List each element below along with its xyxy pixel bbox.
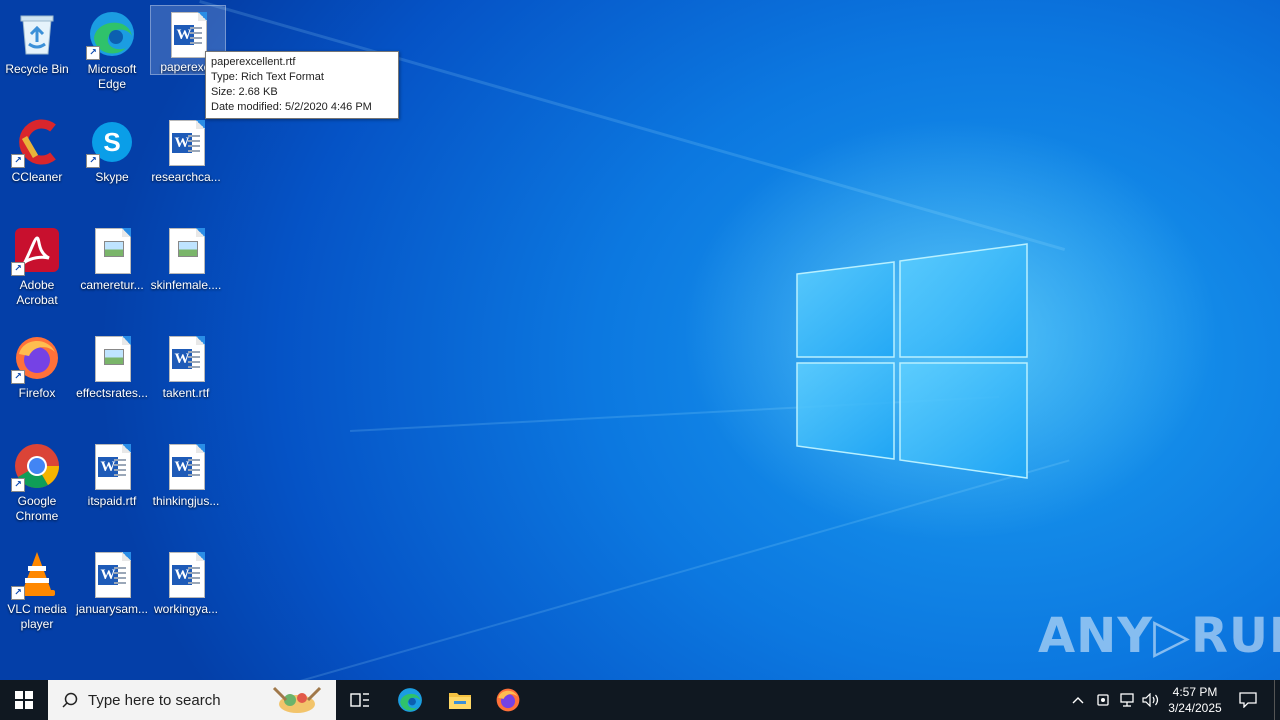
word-document-icon: W bbox=[88, 550, 136, 598]
word-document-icon: W bbox=[162, 118, 210, 166]
desktop-icon-label: Google Chrome bbox=[15, 494, 59, 523]
tray-volume-button[interactable] bbox=[1140, 680, 1162, 720]
taskbar: Type here to search 4:57 PM 3/24/2025 bbox=[0, 680, 1280, 720]
taskbar-file-explorer-button[interactable] bbox=[436, 680, 484, 720]
desktop-icon-rtf-file[interactable]: W researchca... bbox=[149, 114, 223, 218]
shortcut-arrow-icon: ↗ bbox=[11, 370, 25, 384]
desktop-icon-rtf-file[interactable]: W itspaid.rtf bbox=[75, 438, 149, 542]
word-document-icon: W bbox=[162, 550, 210, 598]
light-ray bbox=[300, 459, 1070, 680]
desktop-icon-rtf-file[interactable]: W thinkingjus... bbox=[149, 438, 223, 542]
desktop-icon-microsoft-edge[interactable]: ↗ Microsoft Edge bbox=[75, 6, 149, 110]
tray-network-button[interactable] bbox=[1116, 680, 1138, 720]
shortcut-arrow-icon: ↗ bbox=[11, 478, 25, 492]
desktop-icon-adobe-acrobat[interactable]: ↗ Adobe Acrobat bbox=[0, 222, 74, 326]
desktop-icon-label: Microsoft Edge bbox=[87, 62, 137, 91]
windows-start-icon bbox=[15, 691, 33, 709]
chrome-icon: ↗ bbox=[11, 442, 61, 492]
shortcut-arrow-icon: ↗ bbox=[86, 154, 100, 168]
task-view-icon bbox=[350, 693, 369, 707]
file-tooltip: paperexcellent.rtf Type: Rich Text Forma… bbox=[205, 51, 399, 119]
desktop-icon-label: VLC media player bbox=[7, 602, 67, 631]
desktop-icon-label: effectsrates... bbox=[76, 386, 148, 400]
show-hidden-icons-button[interactable] bbox=[1066, 680, 1090, 720]
notification-icon bbox=[1239, 692, 1257, 708]
recycle-bin-icon bbox=[13, 10, 61, 58]
action-center-button[interactable] bbox=[1230, 680, 1266, 720]
svg-text:S: S bbox=[103, 127, 120, 157]
skype-icon: S ↗ bbox=[86, 118, 136, 168]
light-ray bbox=[199, 0, 1066, 251]
search-highlight-illustration-icon bbox=[272, 686, 322, 713]
desktop-icon-label: cameretur... bbox=[80, 278, 144, 292]
desktop-icon-label: CCleaner bbox=[11, 170, 63, 184]
desktop-icon-firefox[interactable]: ↗ Firefox bbox=[0, 330, 74, 434]
clock-time: 4:57 PM bbox=[1172, 685, 1218, 699]
taskbar-search-box[interactable]: Type here to search bbox=[48, 680, 336, 720]
tooltip-size: Size: 2.68 KB bbox=[211, 86, 278, 98]
desktop-icon-label: thinkingjus... bbox=[152, 494, 220, 508]
clock-date: 3/24/2025 bbox=[1168, 701, 1222, 715]
word-document-icon: W bbox=[88, 442, 136, 490]
desktop-icon-google-chrome[interactable]: ↗ Google Chrome bbox=[0, 438, 74, 542]
shortcut-arrow-icon: ↗ bbox=[11, 154, 25, 168]
taskbar-clock[interactable]: 4:57 PM 3/24/2025 bbox=[1164, 684, 1226, 716]
desktop-icon-label: Firefox bbox=[18, 386, 56, 400]
shortcut-arrow-icon: ↗ bbox=[11, 586, 25, 600]
desktop-icon-label: skinfemale.... bbox=[150, 278, 222, 292]
desktop-icon-image-file[interactable]: cameretur... bbox=[75, 222, 149, 326]
show-desktop-button[interactable] bbox=[1274, 680, 1280, 720]
edge-icon: ↗ bbox=[86, 10, 136, 60]
word-document-icon: W bbox=[162, 442, 210, 490]
firefox-icon: ↗ bbox=[11, 334, 61, 384]
desktop-icon-image-file[interactable]: skinfemale.... bbox=[149, 222, 223, 326]
desktop: Recycle Bin ↗ CCleaner ↗ Adobe Acrobat ↗… bbox=[0, 0, 1280, 680]
desktop-icon-skype[interactable]: S ↗ Skype bbox=[75, 114, 149, 218]
image-file-icon bbox=[162, 226, 210, 274]
chevron-up-icon bbox=[1072, 697, 1084, 704]
desktop-icon-rtf-file[interactable]: W workingya... bbox=[149, 546, 223, 650]
shortcut-arrow-icon: ↗ bbox=[11, 262, 25, 276]
image-file-icon bbox=[88, 334, 136, 382]
desktop-icon-label: itspaid.rtf bbox=[87, 494, 137, 508]
image-file-icon bbox=[88, 226, 136, 274]
network-icon bbox=[1120, 693, 1134, 707]
tooltip-date-modified: Date modified: 5/2/2020 4:46 PM bbox=[211, 101, 372, 113]
adobe-acrobat-icon: ↗ bbox=[11, 226, 61, 276]
desktop-icon-label: Adobe Acrobat bbox=[16, 278, 58, 307]
desktop-icon-label: workingya... bbox=[153, 602, 219, 616]
anyrun-watermark: ANY▷RUN bbox=[1038, 608, 1280, 664]
tooltip-filename: paperexcellent.rtf bbox=[211, 56, 296, 68]
tray-device-button[interactable] bbox=[1092, 680, 1114, 720]
desktop-icon-label: Recycle Bin bbox=[5, 62, 69, 76]
word-document-icon: W bbox=[164, 10, 212, 58]
task-view-button[interactable] bbox=[336, 680, 384, 720]
desktop-icon-recycle-bin[interactable]: Recycle Bin bbox=[0, 6, 74, 110]
desktop-icon-label: researchca... bbox=[151, 170, 221, 184]
word-document-icon: W bbox=[162, 334, 210, 382]
taskbar-firefox-button[interactable] bbox=[484, 680, 532, 720]
desktop-icon-label: januarysam... bbox=[75, 602, 149, 616]
shortcut-arrow-icon: ↗ bbox=[86, 46, 100, 60]
volume-icon bbox=[1142, 693, 1159, 707]
folder-icon bbox=[449, 693, 471, 709]
search-icon bbox=[62, 692, 78, 708]
desktop-icon-label: Skype bbox=[95, 170, 129, 184]
desktop-icon-ccleaner[interactable]: ↗ CCleaner bbox=[0, 114, 74, 218]
desktop-icon-image-file[interactable]: effectsrates... bbox=[75, 330, 149, 434]
ccleaner-icon: ↗ bbox=[11, 118, 61, 168]
desktop-icon-vlc[interactable]: ↗ VLC media player bbox=[0, 546, 74, 650]
windows-logo bbox=[796, 243, 1028, 479]
edge-icon bbox=[398, 688, 422, 712]
desktop-icon-rtf-file[interactable]: W januarysam... bbox=[75, 546, 149, 650]
vlc-cone-icon: ↗ bbox=[11, 550, 61, 600]
desktop-icon-label: takent.rtf bbox=[162, 386, 210, 400]
taskbar-edge-button[interactable] bbox=[386, 680, 434, 720]
desktop-icon-rtf-file[interactable]: W takent.rtf bbox=[149, 330, 223, 434]
search-placeholder: Type here to search bbox=[88, 691, 221, 709]
firefox-icon bbox=[496, 688, 520, 712]
start-button[interactable] bbox=[0, 680, 48, 720]
device-icon bbox=[1097, 694, 1109, 706]
tooltip-type: Type: Rich Text Format bbox=[211, 71, 324, 83]
